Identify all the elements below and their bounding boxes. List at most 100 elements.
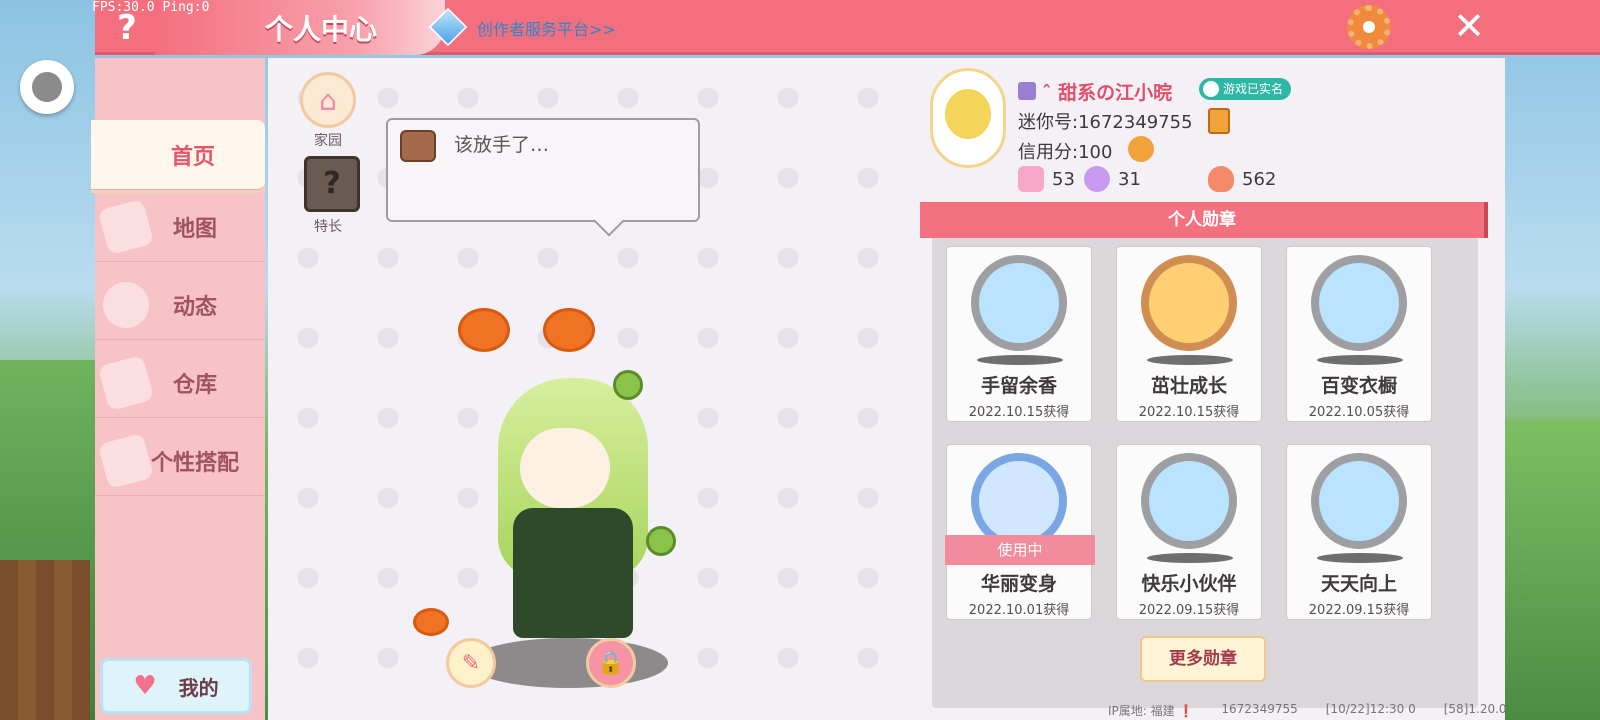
sidebar: 首页 地图 动态 仓库 个性搭配 ♥ 我的 [91,58,265,720]
kiwi-ornament [646,526,676,556]
medal-icon [1141,453,1237,549]
nickname: ˆ 甜系の江小晥 [1042,82,1173,104]
sidebar-item-map[interactable]: 地图 [95,192,265,262]
medal-date: 2022.10.05获得 [1308,405,1410,420]
character-dress [513,508,633,638]
sidebar-item-label: 动态 [172,294,217,320]
sidebar-item-label: 地图 [172,216,217,242]
medal-pedestal [1147,553,1233,563]
pencil-icon: ✎ [461,650,481,676]
medal-pedestal [977,355,1063,365]
avatar-stage: ⌂ 家园 ? 特长 该放手了… ✎ 🔒 [268,58,920,720]
realname-badge: 游戏已实名 [1199,78,1292,100]
copy-icon[interactable] [1208,108,1230,134]
medal-name: 手留余香 [980,375,1057,397]
persimmon-ornament [458,308,510,352]
character-face [520,428,610,508]
medal-section-header: 个人勋章 [920,202,1488,238]
medal-date: 2022.10.01获得 [968,603,1070,618]
stat-likes: 53 [1018,166,1075,192]
medal-name: 华丽变身 [980,573,1057,595]
skill-label: 特长 [314,219,342,235]
sidebar-item-label: 个性搭配 [150,450,239,476]
lock-icon: 🔒 [597,650,625,676]
stat-value: 31 [1118,168,1141,190]
credit-info-icon[interactable] [1128,136,1154,162]
medal-icon [1311,255,1407,351]
house-icon: ⌂ [319,83,337,117]
homeland-label: 家园 [314,133,342,149]
credit-score: 信用分:100 [1018,142,1113,163]
footer-info: IP属地: 福建 ❗ 1672349755 [10/22]12:30 0 [58… [1108,702,1507,719]
flame-icon [1208,166,1234,192]
edit-button[interactable]: ✎ [446,638,496,688]
medal-date: 2022.09.15获得 [1308,603,1410,618]
medal-icon [1311,453,1407,549]
medal-name: 百变衣橱 [1320,375,1397,397]
grass-hill-right [1505,420,1600,720]
footer-uid: 1672349755 [1221,702,1298,716]
medal-icon [1141,255,1237,351]
mini-id: 迷你号:1672349755 [1018,112,1193,133]
medal-date: 2022.09.15获得 [1138,603,1240,618]
persimmon-pet [413,608,449,636]
outfit-icon [97,432,155,490]
more-medals-button[interactable]: 更多勋章 [1140,636,1266,682]
mine-label: 我的 [178,675,219,700]
medal-icon [971,255,1067,351]
warehouse-icon [97,354,155,412]
stat-popularity: 562 [1208,166,1276,192]
profile-panel: ˆ 甜系の江小晥 游戏已实名 迷你号:1672349755 信用分:100 53… [920,58,1505,720]
character-shadow [468,638,668,688]
in-use-badge: 使用中 [945,535,1095,565]
page-title: 个人中心 [265,13,378,46]
map-icon [97,198,155,256]
sidebar-item-home[interactable]: 首页 [91,120,265,190]
stat-value: 562 [1242,168,1277,190]
heart-icon: ♥ [133,671,157,701]
stat-cheers: 31 [1084,166,1141,192]
avatar[interactable] [930,68,1006,168]
gear-icon[interactable] [1347,5,1391,49]
medal-pedestal [1317,355,1403,365]
sidebar-item-label: 仓库 [172,372,217,398]
record-button[interactable] [20,60,74,114]
medal-card[interactable]: 使用中 华丽变身 2022.10.01获得 [945,444,1095,620]
sidebar-item-outfit[interactable]: 个性搭配 [95,426,265,496]
ip-location: IP属地: 福建 ❗ [1108,704,1194,718]
sidebar-item-feed[interactable]: 动态 [95,270,265,340]
sidebar-item-label: 首页 [170,144,215,170]
medal-name: 快乐小伙伴 [1141,573,1237,595]
pink-plus-icon [1018,166,1044,192]
close-icon[interactable]: ✕ [1447,4,1491,48]
medal-card[interactable]: 快乐小伙伴 2022.09.15获得 [1116,444,1262,620]
medal-card[interactable]: 茁壮成长 2022.10.15获得 [1116,246,1262,422]
sidebar-item-storage[interactable]: 仓库 [95,348,265,418]
medal-card[interactable]: 手留余香 2022.10.15获得 [946,246,1092,422]
medal-pedestal [1317,553,1403,563]
fps-ping-readout: FPS:30.0 Ping:0 [92,0,210,15]
cheer-icon [1084,166,1110,192]
medal-name: 茁壮成长 [1150,375,1227,397]
top-bar: ? 个人中心 创作者服务平台>> ✕ [95,0,1600,55]
footer-version: [58]1.20.0 [1443,702,1507,716]
medal-grid: 手留余香 2022.10.15获得 茁壮成长 2022.10.15获得 百变衣橱… [932,238,1478,708]
dirt-blocks-left [0,560,90,720]
speech-bubble[interactable]: 该放手了… [386,118,700,222]
homeland-button[interactable]: ⌂ [300,72,356,128]
footer-time: [10/22]12:30 0 [1325,702,1416,716]
medal-date: 2022.10.15获得 [1138,405,1240,420]
cow-icon [400,130,436,162]
player-character[interactable] [408,308,688,688]
skill-button[interactable]: ? [304,156,360,212]
medal-card[interactable]: 百变衣橱 2022.10.05获得 [1286,246,1432,422]
mine-button[interactable]: ♥ 我的 [100,658,252,714]
creator-platform-link[interactable]: 创作者服务平台>> [477,16,616,40]
vip-badge-icon [1018,82,1036,100]
stat-value: 53 [1052,168,1075,190]
medal-card[interactable]: 天天向上 2022.09.15获得 [1286,444,1432,620]
bell-icon [97,276,155,334]
lock-button[interactable]: 🔒 [586,638,636,688]
medal-name: 天天向上 [1320,573,1397,595]
kiwi-ornament [613,370,643,400]
